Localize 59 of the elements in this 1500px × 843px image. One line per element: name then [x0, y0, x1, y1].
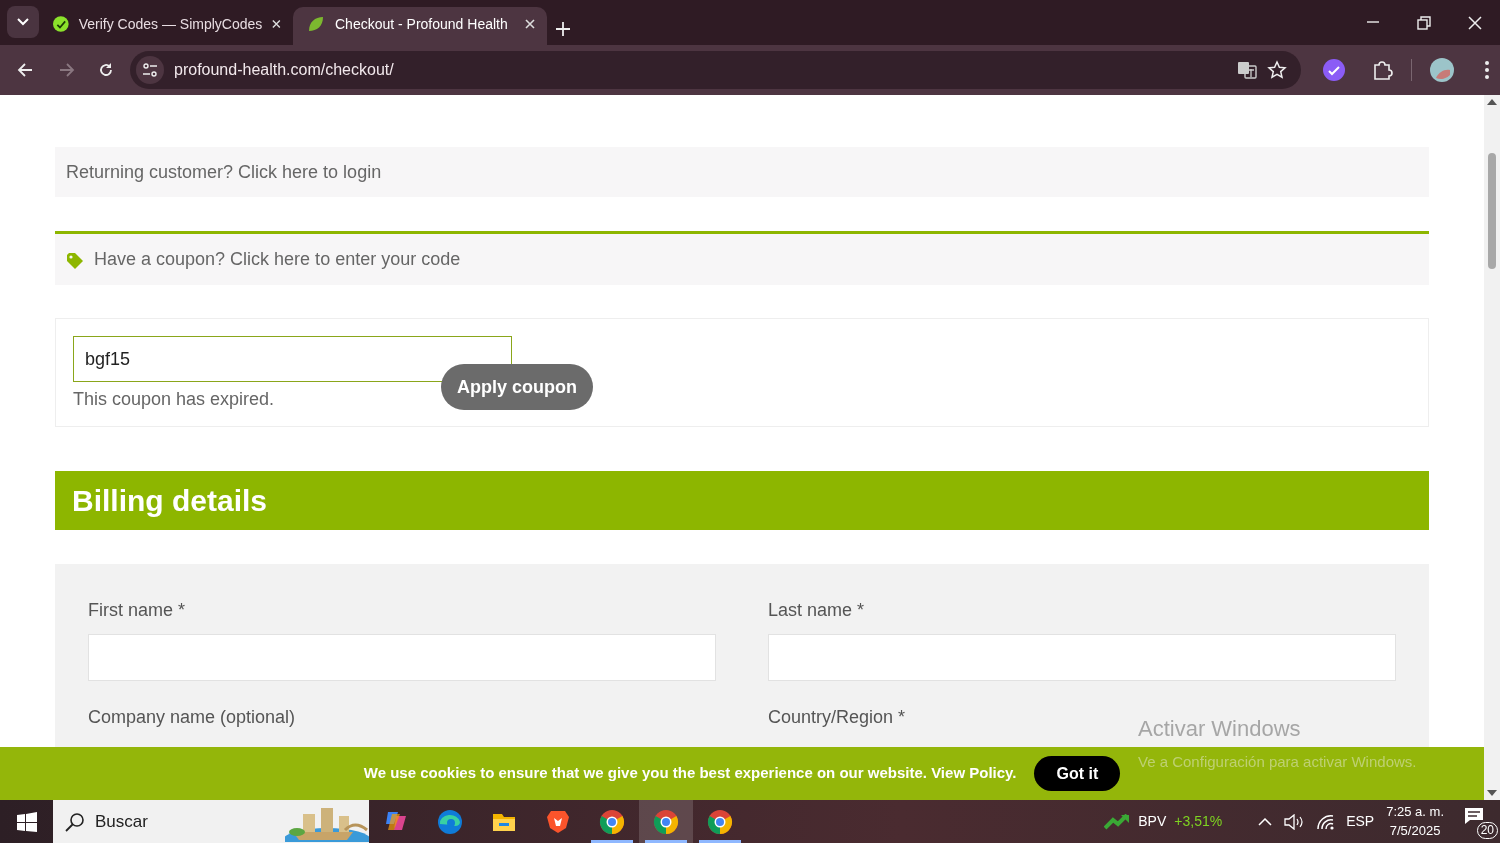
windows-start-icon[interactable] [16, 811, 37, 832]
check-icon [53, 15, 69, 33]
tag-icon [66, 250, 84, 269]
error-message: This coupon has expired. [73, 388, 275, 411]
forward-arrow-icon[interactable] [57, 61, 75, 79]
search-icon [65, 811, 85, 832]
message-icon [1464, 806, 1484, 825]
close-icon[interactable] [525, 19, 535, 29]
scrollbar[interactable] [1484, 95, 1500, 800]
chrome-icon [706, 807, 734, 836]
activation-title: Activar Windows [1138, 715, 1302, 743]
taskbar-search[interactable]: Buscar [53, 800, 369, 843]
puzzle-icon[interactable] [1371, 59, 1393, 81]
tab-list-button[interactable] [7, 6, 39, 38]
speaker-icon[interactable] [1284, 813, 1305, 830]
cookie-message: We use cookies to ensure that we give you the best experience on our website. View Policy. [363, 763, 1017, 784]
login-notice[interactable]: Returning customer? Click here to login [55, 147, 1429, 197]
translate-icon[interactable] [1237, 60, 1257, 80]
text-field[interactable] [768, 634, 1396, 681]
more-menu-icon[interactable] [1484, 60, 1490, 80]
stock-widget[interactable]: BPV +3,51% [1104, 811, 1223, 832]
close-icon[interactable] [272, 19, 281, 29]
text-field[interactable] [88, 634, 716, 681]
section-heading: Billing details [55, 471, 1429, 530]
browser-tab[interactable]: Verify Codes — SimplyCodes [39, 7, 293, 45]
coupon-link[interactable]: Have a coupon? Click here to enter your code [94, 246, 461, 273]
scroll-up-icon[interactable] [1487, 99, 1497, 105]
chrome-icon [652, 807, 680, 836]
extension-icon[interactable] [1323, 59, 1345, 81]
trend-up-icon [1104, 813, 1131, 830]
reload-icon[interactable] [97, 61, 115, 79]
restore-icon[interactable] [1415, 14, 1432, 31]
notification-count: 20 [1476, 821, 1498, 839]
scrollbar-thumb[interactable] [1488, 153, 1496, 269]
field-label: Country/Region * [768, 706, 906, 729]
edge-icon [436, 807, 464, 836]
scroll-down-icon[interactable] [1487, 790, 1497, 796]
site-settings-icon[interactable] [142, 63, 158, 77]
profile-avatar-icon[interactable] [1430, 58, 1454, 82]
chrome-icon [598, 807, 626, 836]
leaf-icon [307, 15, 325, 33]
chevron-down-icon [17, 18, 29, 26]
language-indicator[interactable]: ESP [1346, 811, 1375, 832]
back-arrow-icon[interactable] [17, 61, 35, 79]
taskbar-clock[interactable]: 7:25 a. m. 7/5/2025 [1386, 802, 1444, 841]
field-label: First name * [88, 599, 186, 622]
taskbar-app-button[interactable] [639, 800, 693, 843]
plus-icon [556, 22, 570, 36]
star-icon[interactable] [1267, 60, 1287, 80]
got-it-button[interactable]: Got it [1034, 756, 1121, 791]
activation-message: Ve a Configuración para activar Windows. [1138, 752, 1417, 772]
browser-tab[interactable]: Checkout - Profound Health [293, 7, 547, 45]
close-icon[interactable] [1466, 14, 1483, 31]
apply-coupon-button[interactable]: Apply coupon [441, 364, 593, 410]
wifi-icon[interactable] [1316, 813, 1335, 830]
field-label: Company name (optional) [88, 706, 296, 729]
address-bar[interactable]: profound-health.com/checkout/ [130, 51, 1301, 89]
field-label: Last name * [768, 599, 865, 622]
chevron-up-icon[interactable] [1258, 817, 1273, 826]
